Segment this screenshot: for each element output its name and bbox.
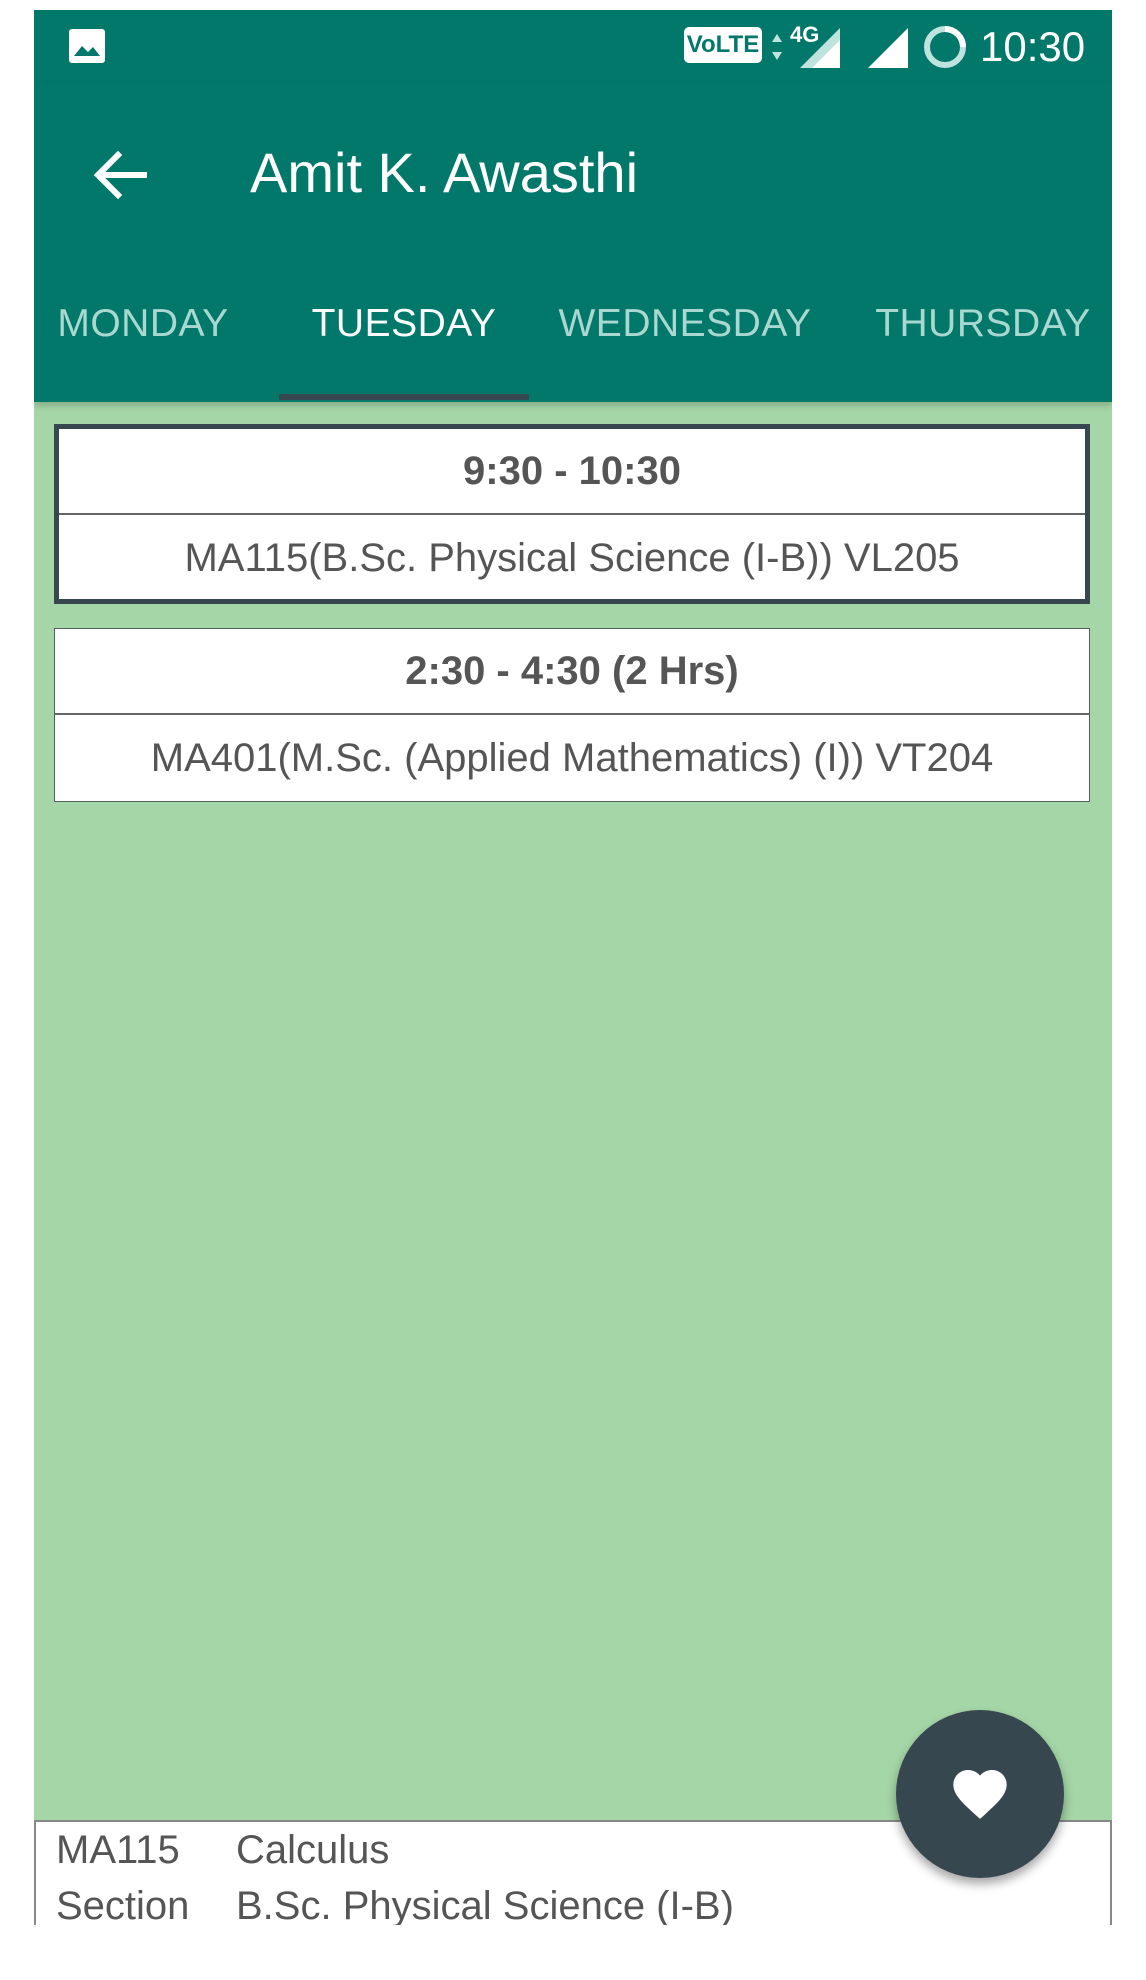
- active-tab-indicator: [279, 394, 529, 400]
- course-code: MA115: [56, 1828, 180, 1872]
- section-label: Section: [56, 1884, 190, 1925]
- arrow-back-icon[interactable]: [86, 140, 156, 210]
- status-time: 10:30: [980, 23, 1086, 70]
- tab-thursday[interactable]: THURSDAY: [872, 294, 1094, 354]
- tab-monday[interactable]: MONDAY: [56, 294, 230, 354]
- status-bar: VoLTE 4G 10:30: [34, 10, 1112, 82]
- battery-icon: [924, 26, 966, 68]
- class-time: 9:30 - 10:30: [59, 429, 1085, 515]
- class-course: MA401(M.Sc. (Applied Mathematics) (I)) V…: [150, 736, 994, 780]
- tab-wednesday[interactable]: WEDNESDAY: [558, 294, 812, 354]
- favorite-fab-button[interactable]: [896, 1710, 1064, 1878]
- section-row: Section B.Sc. Physical Science (I-B): [56, 1878, 734, 1925]
- app-screen: VoLTE 4G 10:30 Amit K. Awasthi MONDAY TU…: [34, 10, 1112, 1925]
- signal-strength-icon: [868, 28, 908, 68]
- class-card[interactable]: 9:30 - 10:30 MA115(B.Sc. Physical Scienc…: [54, 424, 1090, 604]
- heart-icon: [953, 1770, 1007, 1819]
- class-course: MA115(B.Sc. Physical Science (I-B)) VL20…: [184, 536, 960, 580]
- schedule-list: 9:30 - 10:30 MA115(B.Sc. Physical Scienc…: [34, 402, 1112, 1820]
- gallery-notification-icon: [69, 29, 105, 63]
- class-time: 2:30 - 4:30 (2 Hrs): [55, 629, 1089, 715]
- volte-badge: VoLTE: [684, 27, 762, 63]
- network-type-label: 4G: [790, 22, 820, 47]
- section-value: B.Sc. Physical Science (I-B): [236, 1884, 734, 1925]
- class-card[interactable]: 2:30 - 4:30 (2 Hrs) MA401(M.Sc. (Applied…: [54, 628, 1090, 802]
- course-row: MA115 Calculus: [56, 1822, 389, 1878]
- course-name: Calculus: [236, 1828, 390, 1872]
- page-title: Amit K. Awasthi: [250, 141, 639, 204]
- app-bar: Amit K. Awasthi MONDAY TUESDAY WEDNESDAY…: [34, 82, 1112, 402]
- data-activity-icon: [772, 34, 782, 60]
- tab-tuesday[interactable]: TUESDAY: [279, 294, 529, 354]
